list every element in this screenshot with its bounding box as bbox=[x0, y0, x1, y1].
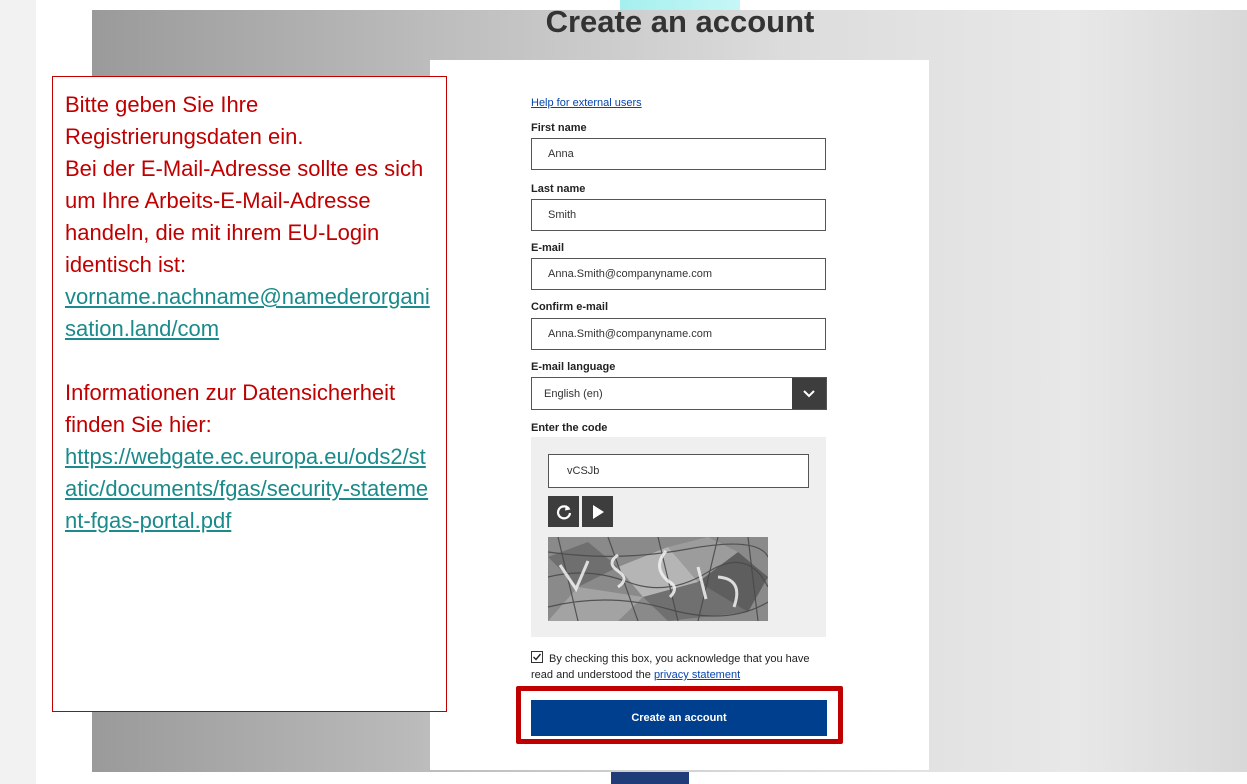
left-margin-gap bbox=[36, 0, 42, 784]
instruction-callout: Bitte geben Sie Ihre Registrierungsdaten… bbox=[52, 76, 447, 712]
callout-security-note: Informationen zur Datensicherheit finden… bbox=[65, 380, 396, 437]
captcha-label: Enter the code bbox=[531, 422, 608, 434]
last-name-label: Last name bbox=[531, 183, 586, 195]
callout-email-link[interactable]: vorname.nachname@namederorganisation.lan… bbox=[65, 281, 436, 345]
email-field[interactable] bbox=[531, 258, 826, 290]
page-title: Create an account bbox=[545, 4, 815, 39]
refresh-icon[interactable] bbox=[548, 496, 579, 527]
captcha-image bbox=[548, 537, 768, 621]
first-name-field[interactable] bbox=[531, 138, 826, 170]
email-language-select[interactable]: English (en) bbox=[531, 377, 827, 410]
highlight-annotation bbox=[516, 686, 843, 744]
left-margin-strip bbox=[0, 0, 36, 784]
callout-intro: Bitte geben Sie Ihre Registrierungsdaten… bbox=[65, 92, 304, 149]
first-name-label: First name bbox=[531, 122, 587, 134]
callout-email-note: Bei der E-Mail-Adresse sollte es sich um… bbox=[65, 156, 424, 277]
bottom-tab bbox=[611, 772, 689, 784]
consent-checkbox[interactable] bbox=[531, 651, 543, 663]
chevron-down-icon[interactable] bbox=[792, 378, 826, 409]
email-label: E-mail bbox=[531, 242, 565, 254]
registration-form: Help for external users First name Last … bbox=[430, 60, 929, 770]
callout-security-link[interactable]: https://webgate.ec.europa.eu/ods2/static… bbox=[65, 441, 436, 537]
confirm-email-label: Confirm e-mail bbox=[531, 301, 609, 313]
last-name-field[interactable] bbox=[531, 199, 826, 231]
consent-row: By checking this box, you acknowledge th… bbox=[531, 651, 831, 683]
play-icon[interactable] bbox=[582, 496, 613, 527]
email-language-label: E-mail language bbox=[531, 361, 616, 373]
privacy-statement-link[interactable]: privacy statement bbox=[654, 669, 740, 681]
captcha-panel bbox=[531, 437, 826, 637]
email-language-value: English (en) bbox=[544, 388, 603, 400]
help-link[interactable]: Help for external users bbox=[531, 97, 642, 109]
confirm-email-field[interactable] bbox=[531, 318, 826, 350]
captcha-input[interactable] bbox=[548, 454, 809, 488]
